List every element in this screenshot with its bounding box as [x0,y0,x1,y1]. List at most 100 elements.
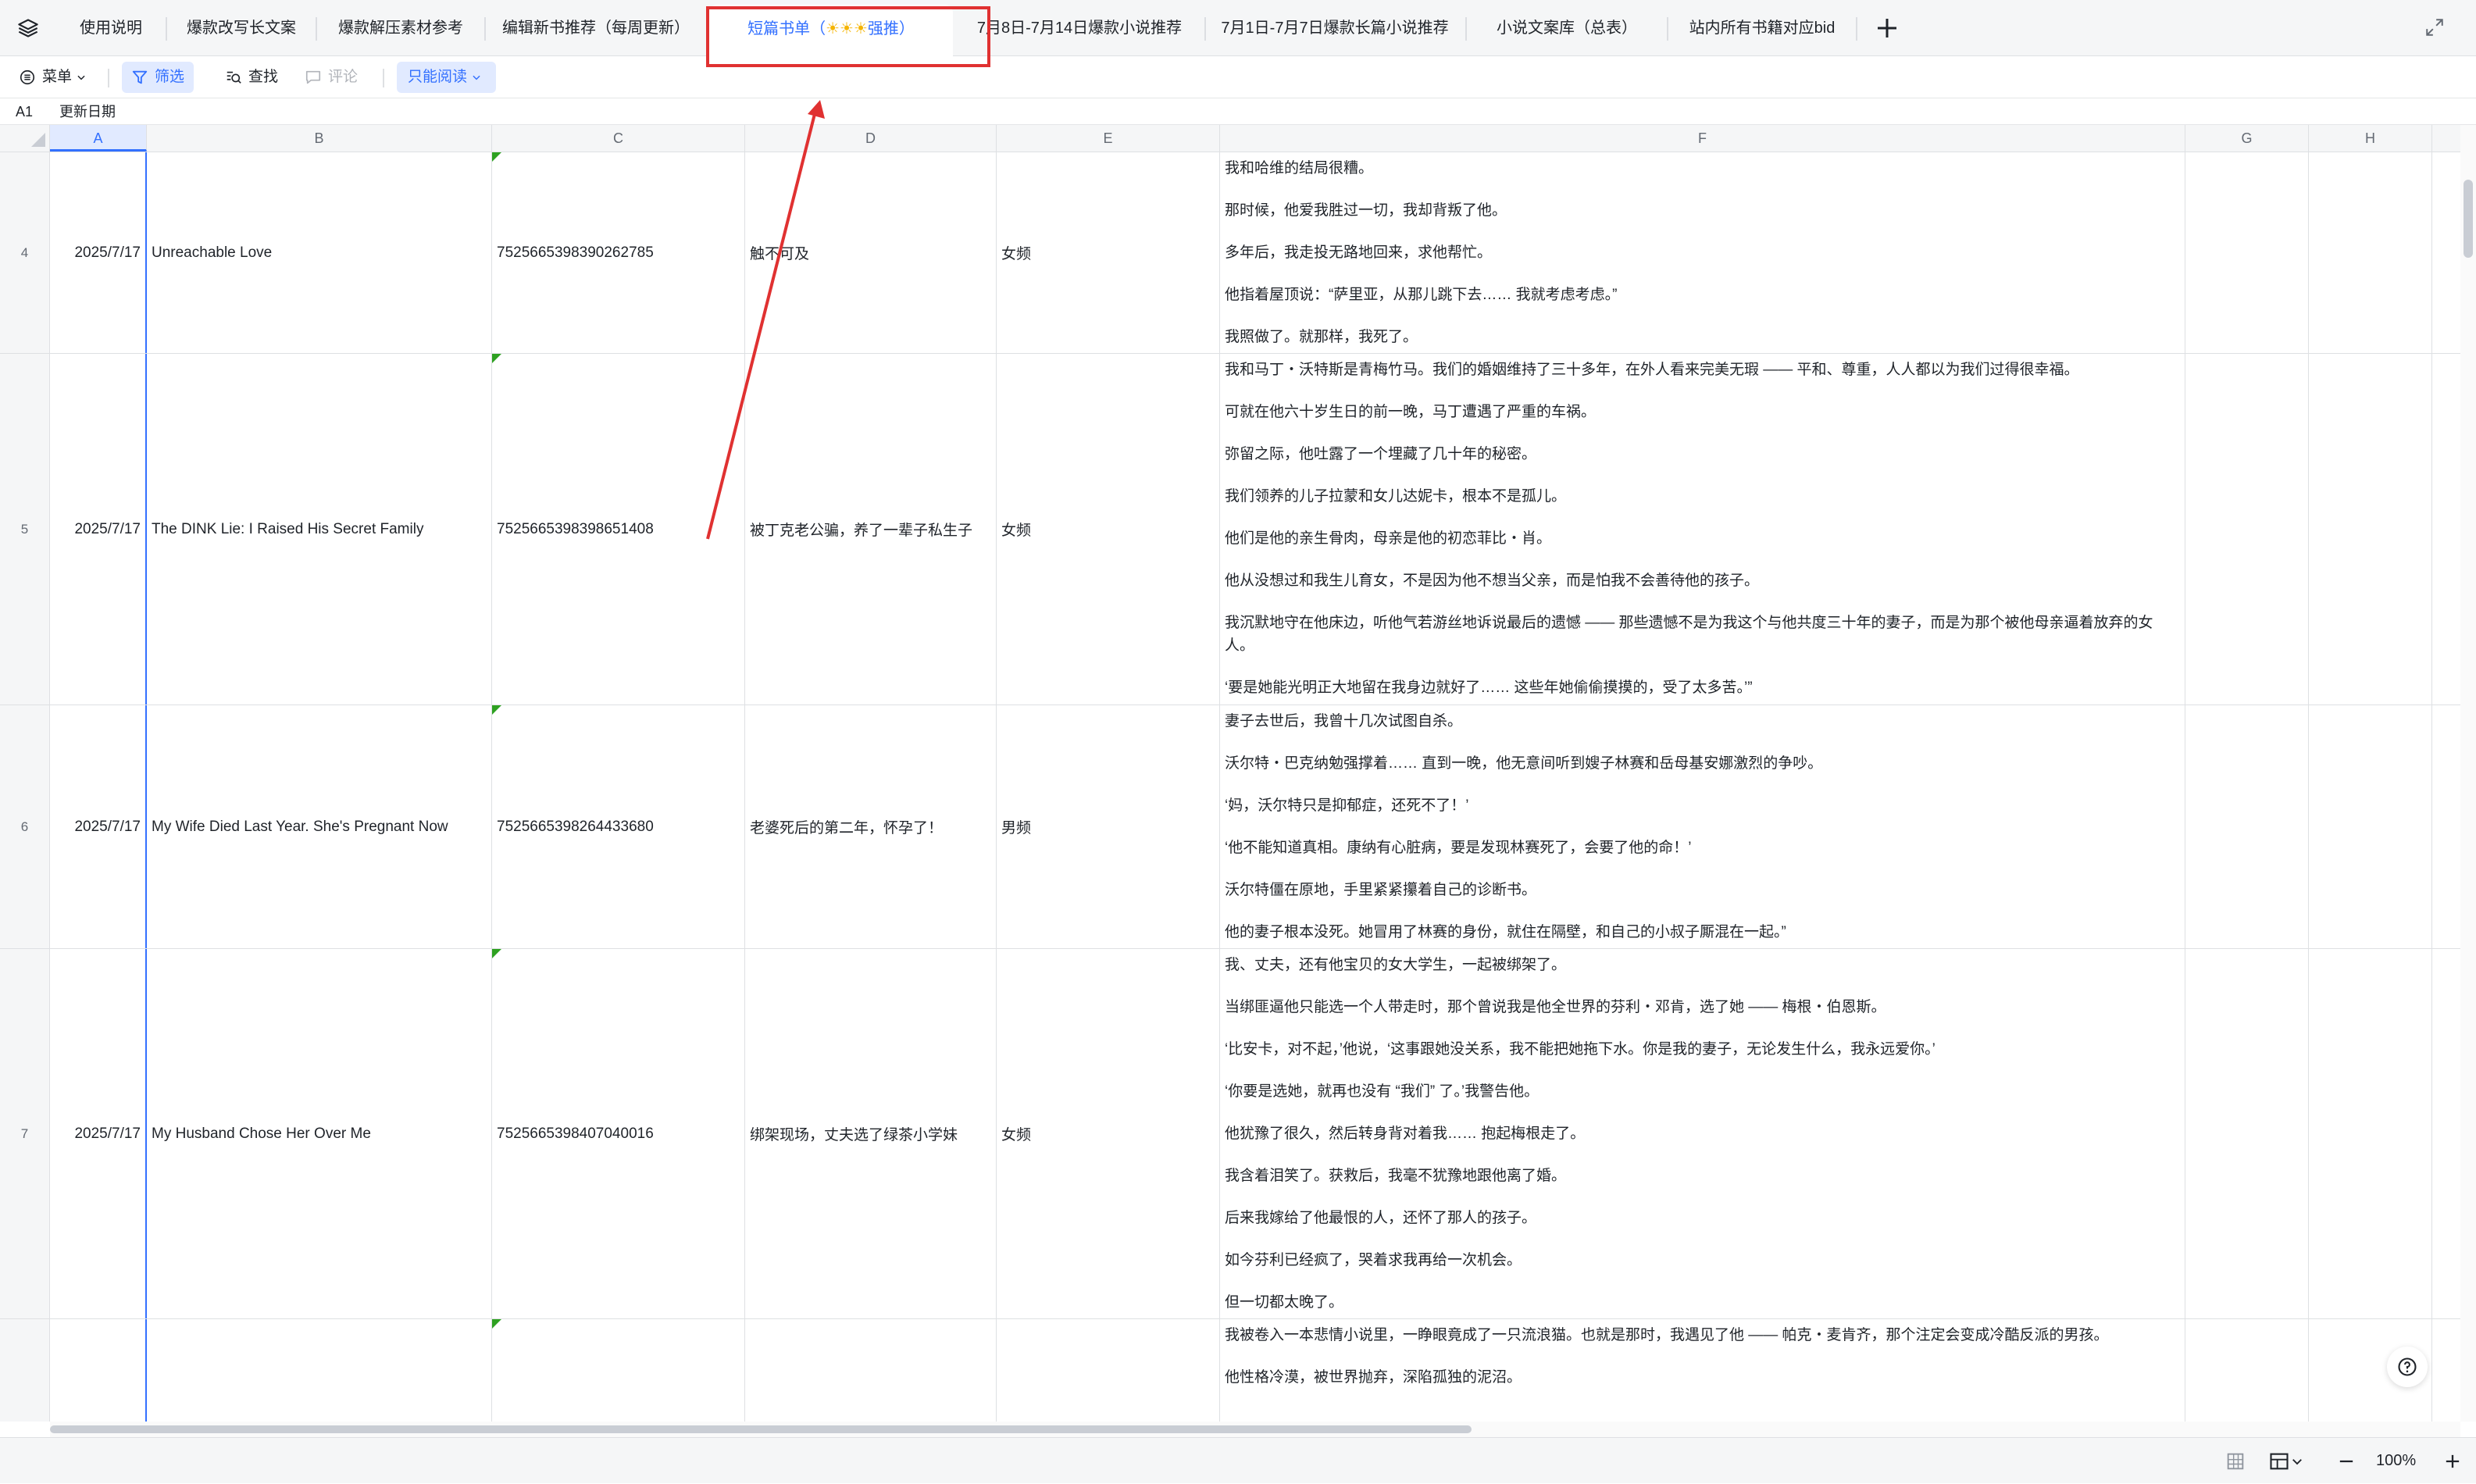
cell-h[interactable] [2309,705,2432,948]
comment-button[interactable]: 评论 [305,56,358,98]
expand-icon[interactable] [2424,17,2445,37]
select-all-corner[interactable] [0,125,50,152]
tab-material-reference[interactable]: 爆款解压素材参考 [317,8,484,48]
cell-g[interactable] [2185,705,2309,948]
cell-date[interactable]: 2025/7/17 [50,354,147,705]
cell-channel[interactable] [997,1319,1220,1422]
row-number[interactable] [0,1319,50,1422]
horizontal-scrollbar[interactable] [50,1422,2460,1437]
cell-chinese-title[interactable]: 绑架现场，丈夫选了绿茶小学妹 [745,949,997,1318]
summary-line: 后来我嫁给了他最恨的人，还怀了那人的孩子。 [1225,1210,1537,1226]
cell-channel[interactable]: 男频 [997,705,1220,948]
row-number[interactable]: 5 [0,354,50,705]
vertical-scroll-thumb[interactable] [2464,180,2473,258]
cell-date[interactable]: 2025/7/17 [50,705,147,948]
cell-title[interactable]: Unreachable Love [147,152,492,353]
zoom-out-icon[interactable] [2335,1450,2357,1472]
cell-bid[interactable]: 7525665398264433680 [492,705,745,948]
summary-line: 他的妻子根本没死。她冒用了林赛的身份，就住在隔壁，和自己的小叔子厮混在一起。” [1225,924,1786,940]
summary-line: 如今芬利已经疯了，哭着求我再给一次机会。 [1225,1252,1522,1268]
cell-title[interactable]: My Husband Chose Her Over Me [147,949,492,1318]
table-row: 7 2025/7/17 My Husband Chose Her Over Me… [0,949,2460,1319]
column-header-g[interactable]: G [2185,125,2309,152]
cell-title[interactable]: My Wife Died Last Year. She's Pregnant N… [147,705,492,948]
tab-jul1-7-recommend[interactable]: 7月1日-7月7日爆款长篇小说推荐 [1206,8,1464,48]
cell-chinese-title[interactable]: 触不可及 [745,152,997,353]
column-header-b[interactable]: B [147,125,492,152]
layers-icon[interactable] [17,17,39,39]
cell-bid[interactable]: 7525665398390262785 [492,152,745,353]
grid-view-icon[interactable] [2224,1450,2246,1472]
column-header-f[interactable]: F [1220,125,2185,152]
readonly-mode-dropdown[interactable]: 只能阅读 [397,62,497,93]
cell-title[interactable]: The DINK Lie: I Raised His Secret Family [147,354,492,705]
sheet-tab-bar: 使用说明 爆款改写长文案 爆款解压素材参考 编辑新书推荐（每周更新） 短篇书单（… [0,0,2476,56]
tab-jul8-14-recommend[interactable]: 7月8日-7月14日爆款小说推荐 [956,8,1203,48]
cell-bid[interactable] [492,1319,745,1422]
cell-g[interactable] [2185,1319,2309,1422]
cell-bid-value: 7525665398398651408 [497,520,654,537]
table-row: 我被卷入一本悲情小说里，一睁眼竟成了一只流浪猫。也就是那时，我遇见了他 —— 帕… [0,1319,2460,1422]
help-button[interactable] [2387,1347,2428,1387]
tab-book-bid[interactable]: 站内所有书籍对应bid [1668,8,1856,48]
cell-title[interactable] [147,1319,492,1422]
cell-h[interactable] [2309,949,2432,1318]
column-header-c[interactable]: C [492,125,745,152]
cell-summary[interactable]: 我和马丁・沃特斯是青梅竹马。我们的婚姻维持了三十多年，在外人看来完美无瑕 —— … [1220,354,2185,705]
formula-value[interactable]: 更新日期 [59,98,116,125]
find-label: 查找 [248,69,279,85]
cell-h[interactable] [2309,152,2432,353]
horizontal-scroll-thumb[interactable] [50,1425,1472,1433]
cell-chinese-title[interactable]: 老婆死后的第二年，怀孕了！ [745,705,997,948]
zoom-in-icon[interactable] [2442,1450,2464,1472]
row-number[interactable]: 4 [0,152,50,353]
row-number[interactable]: 6 [0,705,50,948]
chevron-down-icon[interactable] [2290,1450,2304,1472]
chevron-down-icon [473,75,480,80]
filter-button[interactable]: 筛选 [122,62,194,93]
cell-reference[interactable]: A1 [16,98,33,125]
cell-channel[interactable]: 女频 [997,152,1220,353]
row-number[interactable]: 7 [0,949,50,1318]
comment-icon [305,70,321,84]
cell-date[interactable]: 2025/7/17 [50,949,147,1318]
column-header-e[interactable]: E [997,125,1220,152]
cell-bid-value: 7525665398390262785 [497,244,654,261]
column-header-a[interactable]: A [50,125,147,152]
zoom-level[interactable]: 100% [2376,1438,2416,1484]
formula-bar: A1 更新日期 [0,98,2476,125]
cell-summary[interactable]: 我、丈夫，还有他宝贝的女大学生，一起被绑架了。 当绑匪逼他只能选一个人带走时，那… [1220,949,2185,1318]
cell-summary[interactable]: 我和哈维的结局很糟。 那时候，他爱我胜过一切，我却背叛了他。 多年后，我走投无路… [1220,152,2185,353]
cell-flag-icon [492,949,501,958]
column-headers: A B C D E F G H [0,125,2460,152]
cell-g[interactable] [2185,354,2309,705]
cell-g[interactable] [2185,152,2309,353]
find-button[interactable]: 查找 [225,56,278,98]
cell-channel[interactable]: 女频 [997,354,1220,705]
summary-line: 沃尔特僵在原地，手里紧紧攥着自己的诊断书。 [1225,882,1537,898]
column-header-h[interactable]: H [2309,125,2432,152]
menu-button[interactable]: 菜单 [19,56,93,98]
cell-channel[interactable]: 女频 [997,949,1220,1318]
status-bar: 100% [0,1437,2476,1483]
cell-summary[interactable]: 妻子去世后，我曾十几次试图自杀。 沃尔特・巴克纳勉强撑着…… 直到一晚，他无意间… [1220,705,2185,948]
tab-usage-guide[interactable]: 使用说明 [56,8,166,48]
cell-g[interactable] [2185,949,2309,1318]
layout-view-icon[interactable] [2268,1450,2290,1472]
vertical-scrollbar[interactable] [2460,125,2476,1422]
cell-summary[interactable]: 我被卷入一本悲情小说里，一睁眼竟成了一只流浪猫。也就是那时，我遇见了他 —— 帕… [1220,1319,2185,1422]
tab-copy-library[interactable]: 小说文案库（总表） [1467,8,1667,48]
cell-h[interactable] [2309,354,2432,705]
summary-line: 我沉默地守在他床边，听他气若游丝地诉说最后的遗憾 —— 那些遗憾不是为我这个与他… [1225,615,2153,654]
tab-editor-recommend[interactable]: 编辑新书推荐（每周更新） [486,8,706,48]
column-header-d[interactable]: D [745,125,997,152]
toolbar: 菜单 筛选 查找 评论 只能阅读 [0,56,2476,98]
cell-date[interactable] [50,1319,147,1422]
cell-bid[interactable]: 7525665398407040016 [492,949,745,1318]
cell-chinese-title[interactable]: 被丁克老公骗，养了一辈子私生子 [745,354,997,705]
cell-date[interactable]: 2025/7/17 [50,152,147,353]
cell-chinese-title[interactable] [745,1319,997,1422]
add-tab-icon[interactable] [1873,14,1901,42]
tab-rewrite-copy[interactable]: 爆款改写长文案 [167,8,316,48]
cell-bid[interactable]: 7525665398398651408 [492,354,745,705]
